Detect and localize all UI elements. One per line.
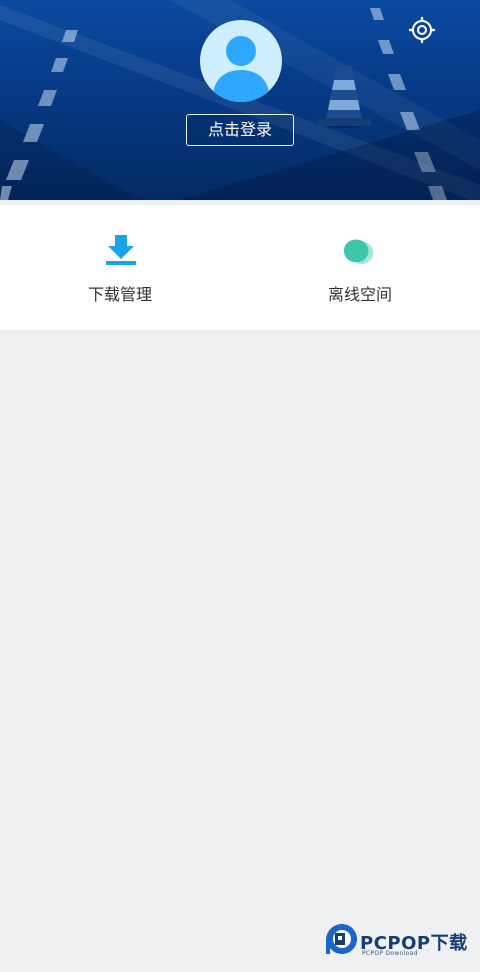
quick-menu: 下载管理 离线空间 — [0, 205, 480, 330]
user-avatar-icon[interactable] — [200, 20, 282, 102]
menu-item-offline-space[interactable]: 离线空间 — [240, 205, 480, 330]
cloud-icon — [343, 239, 374, 265]
menu-label-offline: 离线空间 — [327, 285, 392, 304]
menu-label-download: 下载管理 — [87, 285, 152, 304]
download-icon — [106, 235, 136, 265]
pcpop-logo-icon — [326, 923, 357, 954]
pcpop-watermark: PCPOP下载 PCPOP Download — [326, 920, 476, 960]
login-button[interactable]: 点击登录 — [186, 114, 294, 146]
gear-icon[interactable] — [408, 16, 436, 44]
watermark-subtitle: PCPOP Download — [362, 950, 418, 957]
menu-item-download-manager[interactable]: 下载管理 — [0, 205, 240, 330]
profile-header: 点击登录 — [0, 0, 480, 200]
